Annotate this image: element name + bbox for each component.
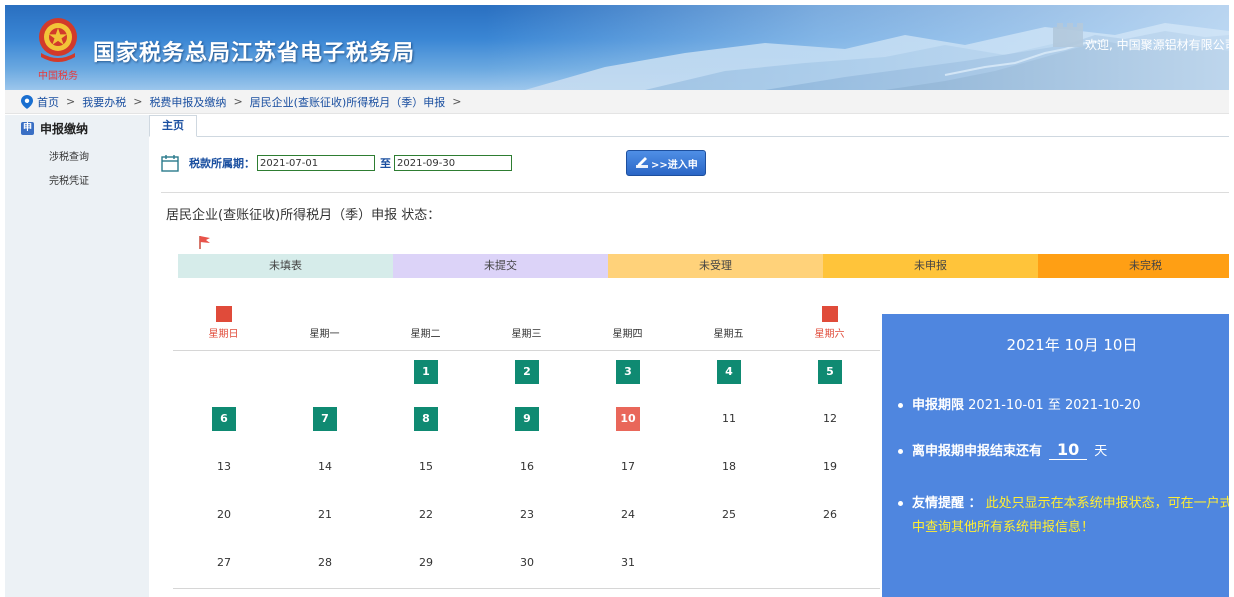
tab-bar: 主页: [149, 115, 1229, 137]
breadcrumb-separator: >: [452, 95, 462, 108]
calendar-day-today[interactable]: 10: [616, 407, 640, 431]
weekday-label: 星期四: [612, 329, 643, 340]
breadcrumb-home[interactable]: 首页: [37, 94, 59, 110]
weekday-label: 星期六: [814, 329, 845, 340]
calendar-day[interactable]: 8: [414, 407, 438, 431]
calendar-day[interactable]: 3: [616, 360, 640, 384]
breadcrumb-tax-services[interactable]: 我要办税: [82, 94, 126, 110]
calendar-day[interactable]: 23: [515, 503, 539, 527]
calendar-day[interactable]: 30: [515, 551, 539, 575]
edit-pen-icon: [636, 157, 648, 168]
end-date-input[interactable]: [394, 155, 512, 171]
calendar-day[interactable]: 29: [414, 551, 438, 575]
filing-deadline-value: 2021-10-01 至 2021-10-20: [968, 398, 1141, 413]
calendar-day[interactable]: 28: [313, 551, 337, 575]
status-stage: 未填表: [178, 254, 393, 278]
tax-emblem-icon: 中国税务: [38, 18, 78, 82]
calendar-day[interactable]: 6: [212, 407, 236, 431]
days-remaining-count: 10: [1049, 440, 1088, 460]
friendly-reminder: 友情提醒 ： 此处只显示在本系统申报状态，可在一户式: [898, 492, 1229, 511]
calendar-day[interactable]: 25: [717, 503, 741, 527]
reminder-label: 友情提醒 ：: [912, 496, 982, 511]
filing-deadline: 申报期限 2021-10-01 至 2021-10-20: [898, 394, 1141, 413]
weekday-label: 星期一: [309, 329, 340, 340]
filing-status-title: 居民企业(查账征收)所得税月（季）申报 状态：: [166, 208, 441, 223]
divider: [161, 192, 1229, 193]
breadcrumb-separator: >: [133, 95, 143, 108]
sidebar-section-filing[interactable]: 申 申报缴纳: [21, 120, 88, 137]
status-stage: 未完税: [1038, 254, 1229, 278]
days-remaining-suffix: 天: [1094, 444, 1108, 459]
calendar-day[interactable]: 1: [414, 360, 438, 384]
breadcrumb-separator: >: [66, 95, 76, 108]
breadcrumb-tax-filing[interactable]: 税费申报及缴纳: [149, 94, 226, 110]
calendar-day[interactable]: 14: [313, 455, 337, 479]
tax-period-label: 税款所属期：: [189, 157, 255, 170]
calendar-day[interactable]: 22: [414, 503, 438, 527]
calendar-day[interactable]: 18: [717, 455, 741, 479]
current-status-flag-icon: [199, 236, 210, 249]
calendar-day[interactable]: 27: [212, 551, 236, 575]
weekday-label: 星期三: [511, 329, 542, 340]
sidebar: 申 申报缴纳 涉税查询 完税凭证: [5, 115, 149, 597]
calendar-day[interactable]: 21: [313, 503, 337, 527]
calendar-day[interactable]: 19: [818, 455, 842, 479]
calendar-day[interactable]: 26: [818, 503, 842, 527]
weekend-marker-sunday: [216, 306, 232, 322]
status-stage: 未受理: [608, 254, 823, 278]
app-frame: 中国税务 国家税务总局江苏省电子税务局 欢迎, 中国聚源铝材有限公司 首页 > …: [5, 5, 1229, 597]
sidebar-item-tax-query[interactable]: 涉税查询: [49, 148, 89, 163]
header-banner: 中国税务 国家税务总局江苏省电子税务局 欢迎, 中国聚源铝材有限公司: [5, 5, 1229, 90]
emblem-seal-text: 中国税务: [38, 69, 78, 82]
calendar-day[interactable]: 16: [515, 455, 539, 479]
tax-period-query: 税款所属期： 至: [161, 148, 512, 178]
calendar-day[interactable]: 12: [818, 407, 842, 431]
location-pin-icon: [21, 94, 33, 109]
filing-info-panel: 2021年 10月 10日 申报期限 2021-10-01 至 2021-10-…: [882, 314, 1229, 597]
weekday-label: 星期日: [208, 329, 239, 340]
status-stage: 未提交: [393, 254, 608, 278]
calendar-weekday-header: 星期日 星期一 星期二 星期三 星期四 星期五 星期六: [173, 323, 880, 351]
calendar-day[interactable]: 9: [515, 407, 539, 431]
weekday-label: 星期二: [410, 329, 441, 340]
current-date: 2021年 10月 10日: [1006, 336, 1138, 354]
days-remaining: 离申报期申报结束还有 10 天: [898, 440, 1107, 460]
filing-deadline-label: 申报期限: [912, 398, 965, 413]
date-range-separator: 至: [380, 157, 391, 170]
days-remaining-prefix: 离申报期申报结束还有: [912, 444, 1043, 459]
reminder-text-line1: 此处只显示在本系统申报状态，可在一户式: [985, 496, 1229, 511]
calendar-day[interactable]: 20: [212, 503, 236, 527]
site-title: 国家税务总局江苏省电子税务局: [93, 41, 416, 66]
sidebar-section-label: 申报缴纳: [40, 122, 89, 136]
breadcrumb-current-page[interactable]: 居民企业(查账征收)所得税月（季）申报: [250, 94, 446, 110]
breadcrumb-separator: >: [233, 95, 243, 108]
calendar-day[interactable]: 7: [313, 407, 337, 431]
sidebar-item-tax-certificate[interactable]: 完税凭证: [49, 172, 89, 187]
calendar-day[interactable]: 5: [818, 360, 842, 384]
tab-home[interactable]: 主页: [149, 115, 197, 137]
calendar-day[interactable]: 31: [616, 551, 640, 575]
weekday-label: 星期五: [713, 329, 744, 340]
filing-badge-icon: 申: [21, 122, 34, 135]
filing-status-bar: 未填表 未提交 未受理 未申报 未完税: [178, 254, 1229, 278]
calendar-day[interactable]: 4: [717, 360, 741, 384]
welcome-text: 欢迎, 中国聚源铝材有限公司: [1085, 38, 1229, 52]
weekend-marker-saturday: [822, 306, 838, 322]
calendar-icon: [161, 155, 179, 172]
calendar-day[interactable]: 15: [414, 455, 438, 479]
calendar-day[interactable]: 17: [616, 455, 640, 479]
start-date-input[interactable]: [257, 155, 375, 171]
enter-filing-label: >>进入申: [651, 159, 698, 171]
enter-filing-button[interactable]: >>进入申: [626, 150, 706, 176]
calendar-day[interactable]: 24: [616, 503, 640, 527]
breadcrumb: 首页 > 我要办税 > 税费申报及缴纳 > 居民企业(查账征收)所得税月（季）申…: [5, 90, 1229, 114]
calendar-day[interactable]: 13: [212, 455, 236, 479]
calendar-day[interactable]: 2: [515, 360, 539, 384]
reminder-text-line2: 中查询其他所有系统申报信息！: [912, 520, 1095, 535]
calendar-day[interactable]: 11: [717, 407, 741, 431]
calendar-bottom-border: [173, 588, 880, 589]
status-stage: 未申报: [823, 254, 1038, 278]
